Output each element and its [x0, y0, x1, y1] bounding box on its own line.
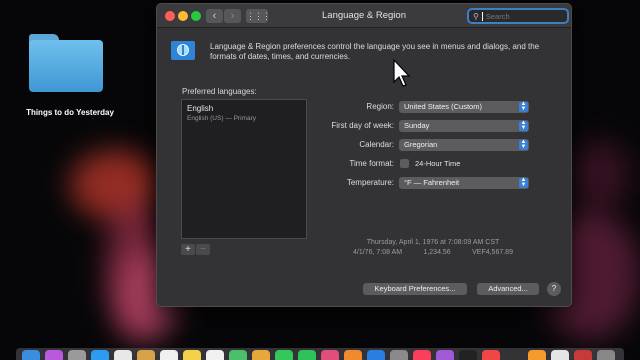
advanced-button[interactable]: Advanced...	[477, 283, 539, 295]
tv-icon[interactable]	[459, 350, 477, 360]
text-caret	[481, 11, 483, 21]
preferred-languages-list[interactable]: English English (US) — Primary	[181, 99, 307, 239]
chevron-updown-icon: ▲ ▼	[519, 138, 528, 150]
chevron-updown-icon: ▲ ▼	[519, 176, 528, 188]
sample-currency: VEF4,567.89	[472, 249, 513, 256]
finder-icon[interactable]	[22, 350, 40, 360]
calendar-popup[interactable]: Gregorian ▲ ▼	[399, 138, 529, 151]
time-format-label: Time format:	[349, 159, 394, 168]
ibooks-icon[interactable]	[344, 350, 362, 360]
music-icon[interactable]	[413, 350, 431, 360]
region-popup[interactable]: United States (Custom) ▲ ▼	[399, 100, 529, 113]
mail-icon[interactable]	[114, 350, 132, 360]
home-icon[interactable]	[528, 350, 546, 360]
calendar-value: Gregorian	[404, 139, 438, 149]
contacts-icon[interactable]	[137, 350, 155, 360]
mouse-pointer-icon	[393, 58, 411, 87]
calendar-label: Calendar:	[359, 140, 394, 149]
temperature-popup[interactable]: °F — Fahrenheit ▲ ▼	[399, 176, 529, 189]
chevron-updown-icon: ▲ ▼	[519, 119, 528, 131]
preferences-icon[interactable]	[390, 350, 408, 360]
chevron-updown-icon: ▲ ▼	[519, 100, 528, 112]
search-placeholder: Search	[485, 11, 510, 21]
itunes-icon[interactable]	[321, 350, 339, 360]
format-sample: Thursday, April 1, 1976 at 7:08:09 AM CS…	[353, 238, 513, 258]
first-day-label: First day of week:	[331, 121, 394, 130]
dock	[16, 348, 624, 360]
sample-short-date: 4/1/76, 7:08 AM	[353, 249, 403, 256]
folder-label[interactable]: Things to do Yesterday	[10, 108, 130, 117]
24-hour-checkbox[interactable]	[400, 159, 409, 168]
keyboard-preferences-button[interactable]: Keyboard Preferences...	[363, 283, 467, 295]
help-button[interactable]: ?	[547, 282, 561, 296]
calendar-row: Calendar: Gregorian ▲ ▼	[317, 138, 529, 151]
launchpad-icon[interactable]	[68, 350, 86, 360]
photos-icon[interactable]	[252, 350, 270, 360]
add-remove-controls: + −	[181, 244, 210, 255]
24-hour-label[interactable]: 24-Hour Time	[415, 159, 460, 168]
wallpaper-blob	[570, 140, 630, 210]
remove-language-button[interactable]: −	[196, 244, 210, 255]
search-icon: ⚲	[473, 11, 479, 21]
siri-icon[interactable]	[45, 350, 63, 360]
language-name: English	[187, 104, 214, 113]
safari-icon[interactable]	[91, 350, 109, 360]
region-row: Region: United States (Custom) ▲ ▼	[317, 100, 529, 113]
notes-icon[interactable]	[183, 350, 201, 360]
maps-icon[interactable]	[229, 350, 247, 360]
titlebar: ‹ › ⋮⋮⋮ Language & Region ⚲ Search	[157, 4, 571, 28]
temperature-value: °F — Fahrenheit	[404, 177, 460, 187]
appstore-icon[interactable]	[367, 350, 385, 360]
sample-long-date: Thursday, April 1, 1976 at 7:08:09 AM CS…	[366, 239, 500, 246]
preferred-languages-label: Preferred languages:	[182, 87, 257, 96]
first-day-popup[interactable]: Sunday ▲ ▼	[399, 119, 529, 132]
folder-icon[interactable]	[29, 34, 103, 92]
language-region-window: ‹ › ⋮⋮⋮ Language & Region ⚲ Search Langu…	[156, 3, 572, 307]
first-day-row: First day of week: Sunday ▲ ▼	[317, 119, 529, 132]
calendar-icon[interactable]	[160, 350, 178, 360]
region-label: Region:	[366, 102, 394, 111]
list-item[interactable]: English English (US) — Primary	[187, 104, 256, 122]
pane-description: Language & Region preferences control th…	[210, 42, 540, 61]
photo-booth-icon[interactable]	[574, 350, 592, 360]
search-field[interactable]: ⚲ Search	[467, 8, 569, 24]
first-day-value: Sunday	[404, 120, 430, 130]
flag-globe-icon	[171, 41, 195, 60]
news-icon[interactable]	[482, 350, 500, 360]
voice-memos-icon[interactable]	[551, 350, 569, 360]
podcasts-icon[interactable]	[436, 350, 454, 360]
add-language-button[interactable]: +	[181, 244, 195, 255]
temperature-row: Temperature: °F — Fahrenheit ▲ ▼	[317, 176, 529, 189]
facetime-icon[interactable]	[298, 350, 316, 360]
region-value: United States (Custom)	[404, 101, 482, 111]
sample-number: 1,234.56	[423, 249, 451, 256]
temperature-label: Temperature:	[346, 178, 394, 187]
time-format-row: Time format: 24-Hour Time	[317, 157, 460, 170]
stocks-icon[interactable]	[505, 350, 523, 360]
messages-icon[interactable]	[275, 350, 293, 360]
reminders-icon[interactable]	[206, 350, 224, 360]
trash-icon[interactable]	[597, 350, 615, 360]
language-detail: English (US) — Primary	[187, 115, 256, 122]
